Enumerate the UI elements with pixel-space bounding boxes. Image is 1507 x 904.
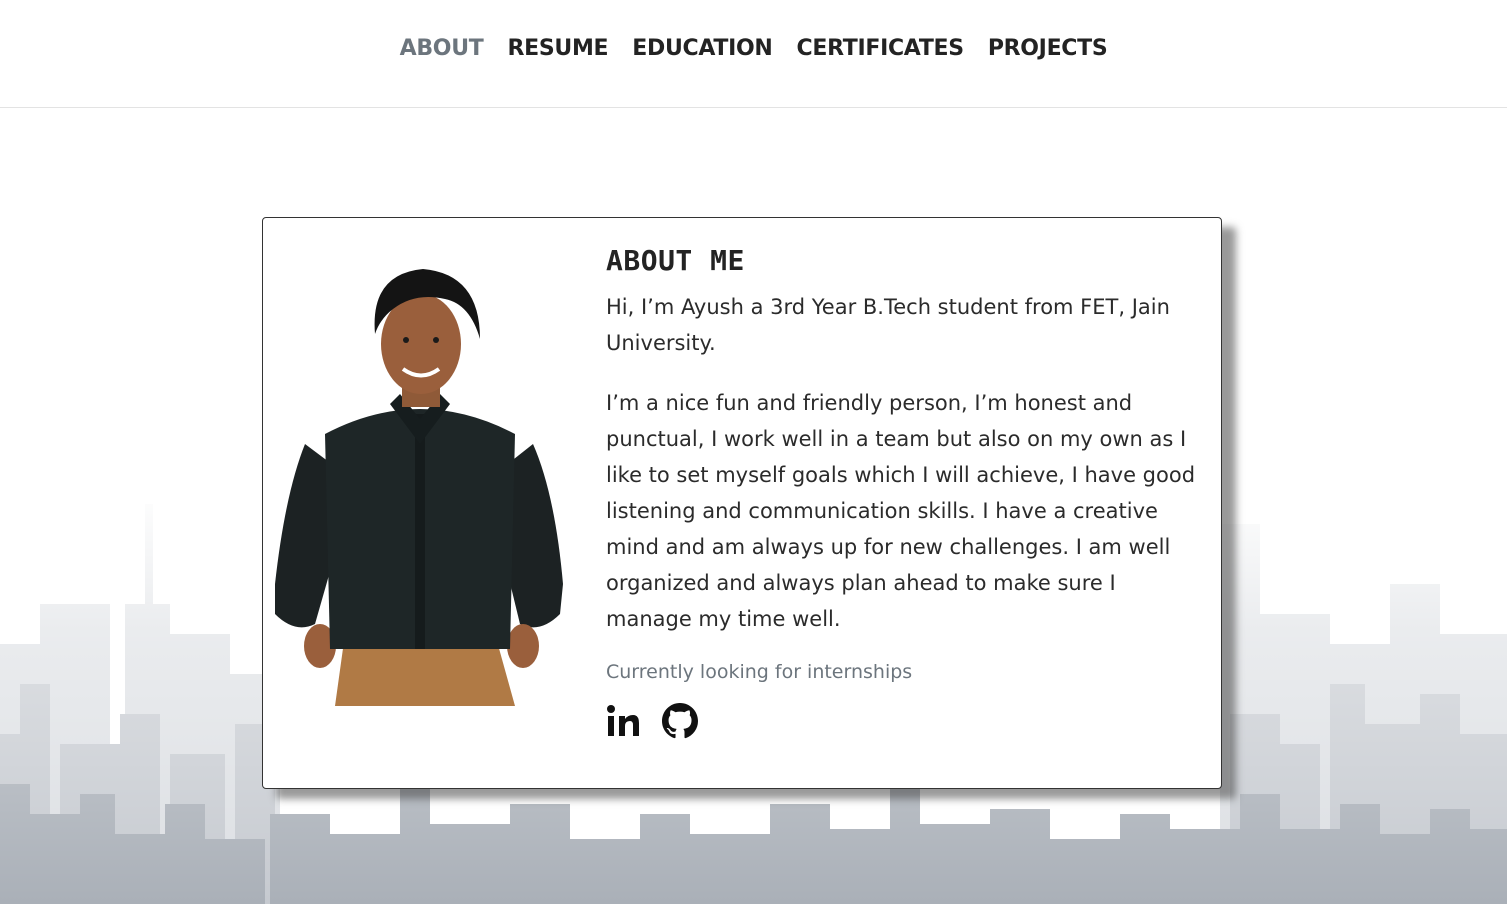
nav-item-resume: RESUME [507,36,608,61]
nav-menu: ABOUT RESUME EDUCATION CERTIFICATES PROJ… [0,36,1507,61]
nav-link-certificates[interactable]: CERTIFICATES [797,36,965,61]
nav-link-education[interactable]: EDUCATION [632,36,773,61]
github-link[interactable] [662,703,698,743]
linkedin-link[interactable] [606,704,640,742]
github-icon [662,703,698,739]
nav-item-education: EDUCATION [632,36,773,61]
about-card: ABOUT ME Hi, I’m Ayush a 3rd Year B.Tech… [262,217,1222,789]
nav-item-certificates: CERTIFICATES [797,36,965,61]
linkedin-icon [607,705,639,736]
profile-photo [275,254,563,706]
about-bio: I’m a nice fun and friendly person, I’m … [606,391,1196,631]
about-content: ABOUT ME Hi, I’m Ayush a 3rd Year B.Tech… [606,244,1196,743]
nav-link-resume[interactable]: RESUME [507,36,608,61]
about-intro: Hi, I’m Ayush a 3rd Year B.Tech student … [606,295,1170,355]
about-title: ABOUT ME [606,244,745,277]
top-navbar: ABOUT RESUME EDUCATION CERTIFICATES PROJ… [0,0,1507,108]
nav-link-projects[interactable]: PROJECTS [988,36,1108,61]
nav-item-about: ABOUT [400,36,484,61]
availability-status: Currently looking for internships [606,661,913,683]
nav-item-projects: PROJECTS [988,36,1108,61]
nav-link-about[interactable]: ABOUT [400,36,484,61]
social-links [606,703,1196,743]
